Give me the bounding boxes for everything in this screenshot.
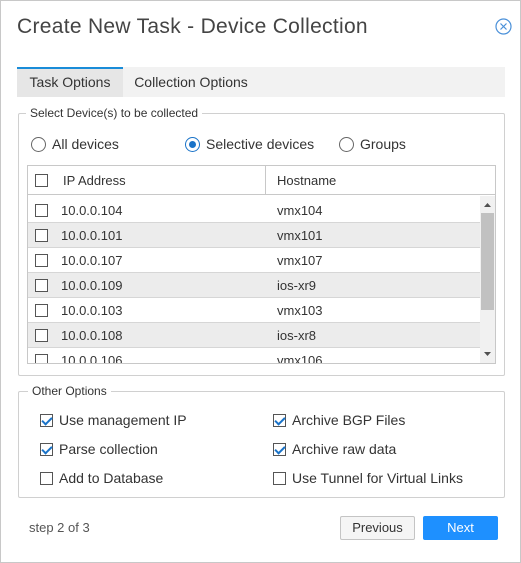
option-parse-collection[interactable]: Parse collection (40, 441, 158, 457)
radio-circle[interactable] (185, 136, 200, 152)
radio-groups[interactable]: Groups (339, 136, 406, 152)
option-label: Use management IP (59, 412, 187, 428)
row-ip: 10.0.0.103 (61, 303, 123, 318)
option-use-management-ip[interactable]: Use management IP (40, 412, 187, 428)
row-checkbox[interactable] (35, 279, 48, 292)
row-hostname: vmx101 (277, 228, 323, 243)
checkbox[interactable] (40, 442, 53, 456)
radio-selective-devices[interactable]: Selective devices (185, 136, 314, 152)
previous-button[interactable]: Previous (340, 516, 415, 540)
table-header: IP Address Hostname (28, 166, 495, 195)
checkbox[interactable] (273, 413, 286, 427)
table-row[interactable]: 10.0.0.109 ios-xr9 (28, 273, 480, 298)
other-options-legend: Other Options (28, 384, 111, 398)
row-checkbox[interactable] (35, 354, 48, 363)
row-checkbox[interactable] (35, 204, 48, 217)
row-hostname: ios-xr8 (277, 328, 317, 343)
tab-collection-options[interactable]: Collection Options (123, 67, 259, 97)
row-ip: 10.0.0.104 (61, 203, 123, 218)
checkbox[interactable] (40, 471, 53, 485)
device-selection-legend: Select Device(s) to be collected (26, 106, 203, 120)
radio-circle[interactable] (31, 136, 46, 152)
device-table: IP Address Hostname 10.0.0.104 vmx104 10… (27, 165, 496, 364)
row-ip: 10.0.0.108 (61, 328, 123, 343)
select-all-checkbox[interactable] (35, 174, 48, 187)
table-row[interactable]: 10.0.0.106 vmx106 (28, 348, 480, 364)
option-add-to-database[interactable]: Add to Database (40, 470, 163, 486)
row-hostname: vmx107 (277, 253, 323, 268)
option-use-tunnel-virtual-links[interactable]: Use Tunnel for Virtual Links (273, 470, 463, 486)
table-row[interactable]: 10.0.0.108 ios-xr8 (28, 323, 480, 348)
next-button[interactable]: Next (423, 516, 498, 540)
tab-task-options[interactable]: Task Options (17, 67, 123, 97)
checkbox[interactable] (273, 442, 286, 456)
row-checkbox[interactable] (35, 229, 48, 242)
checkbox[interactable] (273, 471, 286, 485)
table-row[interactable]: 10.0.0.101 vmx101 (28, 223, 480, 248)
create-task-dialog: Create New Task - Device Collection Task… (0, 0, 521, 563)
option-label: Add to Database (59, 470, 164, 486)
row-hostname: vmx106 (277, 353, 323, 364)
row-ip: 10.0.0.106 (61, 353, 123, 364)
radio-label: Selective devices (206, 136, 315, 152)
scroll-down-arrow-icon[interactable] (480, 347, 495, 361)
option-label: Archive BGP Files (292, 412, 406, 428)
radio-circle[interactable] (339, 136, 354, 152)
step-indicator: step 2 of 3 (29, 520, 90, 535)
row-ip: 10.0.0.109 (61, 278, 123, 293)
table-row[interactable]: 10.0.0.104 vmx104 (28, 198, 480, 223)
radio-label: Groups (360, 136, 406, 152)
column-divider[interactable] (265, 166, 266, 195)
row-hostname: ios-xr9 (277, 278, 317, 293)
table-body: 10.0.0.104 vmx104 10.0.0.101 vmx101 10.0… (28, 198, 480, 364)
option-label: Archive raw data (292, 441, 397, 457)
checkbox[interactable] (40, 413, 53, 427)
option-archive-raw-data[interactable]: Archive raw data (273, 441, 396, 457)
option-archive-bgp-files[interactable]: Archive BGP Files (273, 412, 405, 428)
option-label: Use Tunnel for Virtual Links (292, 470, 463, 486)
row-checkbox[interactable] (35, 254, 48, 267)
column-header-hostname[interactable]: Hostname (277, 173, 336, 188)
row-hostname: vmx104 (277, 203, 323, 218)
table-row[interactable]: 10.0.0.103 vmx103 (28, 298, 480, 323)
row-ip: 10.0.0.101 (61, 228, 123, 243)
table-row[interactable]: 10.0.0.107 vmx107 (28, 248, 480, 273)
tab-bar: Task Options Collection Options (17, 67, 505, 97)
scroll-thumb[interactable] (481, 213, 494, 310)
option-label: Parse collection (59, 441, 158, 457)
row-ip: 10.0.0.107 (61, 253, 123, 268)
close-icon[interactable] (495, 18, 512, 35)
radio-all-devices[interactable]: All devices (31, 136, 119, 152)
row-checkbox[interactable] (35, 329, 48, 342)
table-scrollbar[interactable] (480, 196, 495, 363)
scroll-up-arrow-icon[interactable] (480, 198, 495, 212)
row-hostname: vmx103 (277, 303, 323, 318)
row-checkbox[interactable] (35, 304, 48, 317)
column-header-ip[interactable]: IP Address (63, 173, 126, 188)
dialog-title: Create New Task - Device Collection (17, 15, 368, 38)
radio-label: All devices (52, 136, 119, 152)
